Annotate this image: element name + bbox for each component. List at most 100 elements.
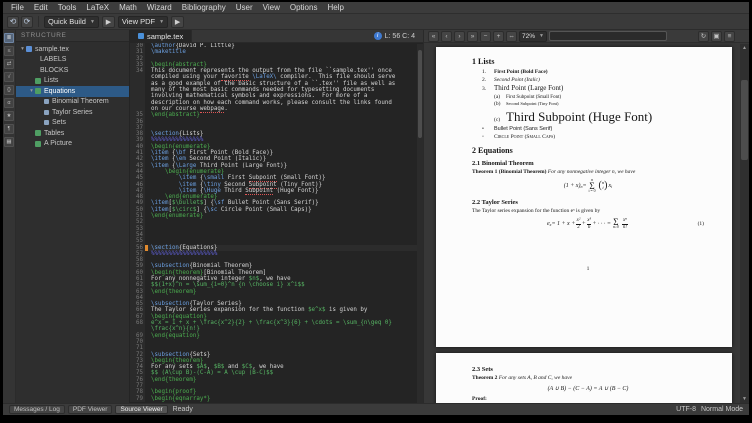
scroll-down-icon[interactable]: ▼	[742, 395, 747, 403]
code-area[interactable]: 30\author{David P. Little}31\maketitle32…	[130, 43, 423, 403]
undo-icon[interactable]: ⟲	[7, 16, 19, 28]
section-icon	[35, 78, 41, 84]
structure-item-sets[interactable]: Sets	[16, 118, 129, 129]
previous-page-icon[interactable]: ‹	[441, 31, 452, 42]
pdf-block-h2: 2.2 Taylor Series	[472, 199, 704, 206]
options-icon[interactable]: ≡	[724, 31, 735, 42]
quick-build-run-button[interactable]: ▶	[102, 16, 115, 28]
menu-latex[interactable]: LaTeX	[81, 2, 114, 14]
relation-symbols-panel-icon[interactable]: ≤	[4, 46, 14, 56]
misc-math-panel-icon[interactable]: √	[4, 72, 14, 82]
menu-user[interactable]: User	[231, 2, 258, 14]
menu-bar: FileEditToolsLaTeXMathWizardBibliography…	[3, 2, 749, 14]
misc-text-panel-icon[interactable]: ¶	[4, 124, 14, 134]
pdf-block-li: •Bullet Point (Sans Serif)	[482, 126, 704, 132]
pdf-block-para: The Taylor series expansion for the func…	[472, 208, 704, 214]
structure-item-label: BLOCKS	[40, 67, 68, 74]
delimiters-panel-icon[interactable]: {}	[4, 85, 14, 95]
main-toolbar: ⟲⟳ Quick Build ▼ ▶ View PDF ▼ ▶	[3, 14, 749, 30]
pdf-block-li: 3.Third Point (Large Font)	[482, 84, 704, 92]
structure-item-label: A Picture	[44, 140, 72, 147]
code-line-text: \end{enumerate}	[148, 213, 203, 219]
code-line[interactable]: 79\begin{eqnarray*}	[130, 396, 423, 402]
pdf-block-h1: 1 Lists	[472, 57, 704, 66]
status-button-messages-log[interactable]: Messages / Log	[9, 405, 65, 414]
menu-bibliography[interactable]: Bibliography	[177, 2, 231, 14]
chevron-down-icon: ▼	[539, 33, 544, 39]
structure-item-lists[interactable]: Lists	[16, 76, 129, 87]
view-pdf-run-button[interactable]: ▶	[171, 16, 184, 28]
zoom-value: 72%	[522, 33, 535, 40]
code-line-text: \end{abstract}	[148, 112, 200, 118]
pdf-page-1-content: 1 Lists1.First Point (Bold Face)2.Second…	[436, 47, 732, 272]
menu-wizard[interactable]: Wizard	[142, 2, 177, 14]
pdf-toolbar-right-icon-group: ↻▣≡	[698, 31, 745, 42]
status-mode: Normal Mode	[701, 406, 743, 413]
fit-width-icon[interactable]: ⇔	[506, 31, 517, 42]
menu-tools[interactable]: Tools	[53, 2, 82, 14]
pdf-scrollbar-thumb[interactable]	[741, 80, 748, 160]
pdf-scrollbar-track[interactable]	[740, 52, 749, 395]
next-page-icon[interactable]: ›	[454, 31, 465, 42]
last-page-icon[interactable]: »	[467, 31, 478, 42]
structure-item-tables[interactable]: Tables	[16, 128, 129, 139]
menu-edit[interactable]: Edit	[29, 2, 53, 14]
most-used-panel-icon[interactable]: ★	[4, 111, 14, 121]
pdf-scrollbar[interactable]: ▲ ▼	[740, 44, 749, 403]
menu-view[interactable]: View	[258, 2, 285, 14]
quick-build-select[interactable]: Quick Build ▼	[44, 16, 99, 28]
scroll-up-icon[interactable]: ▲	[742, 44, 747, 52]
structure-item-blocks[interactable]: BLOCKS	[16, 65, 129, 76]
pdf-viewer-pane: «‹›»−+⇔ 72% ▼ ↻▣≡ 1 Lists1.First Point (…	[424, 30, 749, 403]
menu-options[interactable]: Options	[285, 2, 323, 14]
structure-item-taylor-series[interactable]: Taylor Series	[16, 107, 129, 118]
structure-item-a-picture[interactable]: A Picture	[16, 139, 129, 150]
chevron-down-icon: ▼	[159, 19, 164, 25]
section-icon	[35, 130, 41, 136]
editor-scrollbar[interactable]	[417, 44, 423, 403]
menu-file[interactable]: File	[6, 2, 29, 14]
menu-math[interactable]: Math	[114, 2, 142, 14]
pdf-view-area[interactable]: 1 Lists1.First Point (Bold Face)2.Second…	[424, 43, 749, 403]
presentation-mode-icon[interactable]: ▣	[711, 31, 722, 42]
view-pdf-label: View PDF	[122, 17, 155, 26]
tab-sample-tex[interactable]: sample.tex	[130, 30, 192, 43]
pdf-block-li2: (a)First Subpoint (Small Font)	[494, 94, 704, 100]
zoom-out-icon[interactable]: −	[480, 31, 491, 42]
menu-help[interactable]: Help	[322, 2, 348, 14]
structure-item-labels[interactable]: LABELS	[16, 55, 129, 66]
pdf-block-h2: 2.1 Binomial Theorem	[472, 160, 704, 167]
zoom-select[interactable]: 72% ▼	[519, 31, 547, 42]
structure-item-sample-tex[interactable]: ▾sample.tex	[16, 44, 129, 55]
status-button-source-viewer[interactable]: Source Viewer	[115, 405, 167, 414]
pdf-block-formula: (1 + x)n = nΣi = 0(ni) xi	[472, 179, 704, 195]
structure-item-equations[interactable]: ▾Equations	[16, 86, 129, 97]
structure-panel-icon[interactable]: ≣	[4, 33, 14, 43]
view-pdf-select[interactable]: View PDF ▼	[118, 16, 168, 28]
rotate-icon[interactable]: ↻	[698, 31, 709, 42]
line-number: 79	[130, 396, 145, 402]
structure-item-label: Taylor Series	[52, 109, 92, 116]
status-encoding: UTF-8	[676, 406, 696, 413]
code-line-text: \end{theorem}	[148, 377, 196, 383]
redo-icon[interactable]: ⟳	[21, 16, 33, 28]
pstricks-panel-icon[interactable]: ▦	[4, 137, 14, 147]
tab-label: sample.tex	[147, 32, 183, 41]
cursor-position: i L: 56 C: 4	[374, 32, 423, 40]
first-page-icon[interactable]: «	[428, 31, 439, 42]
greek-panel-icon[interactable]: α	[4, 98, 14, 108]
editor-scrollbar-thumb[interactable]	[418, 50, 422, 138]
structure-item-binomial-theorem[interactable]: Binomial Theorem	[16, 97, 129, 108]
quick-build-label: Quick Build	[48, 17, 86, 26]
code-line-text: \begin{eqnarray*}	[148, 396, 210, 402]
pdf-block-thm: Proof:	[472, 396, 704, 402]
arrows-panel-icon[interactable]: ⇄	[4, 59, 14, 69]
code-line-text: %%%%%%%%%%%%%%%%%%%	[148, 251, 217, 257]
pdf-block-li2: (b)Second Subpoint (Tiny Font)	[494, 101, 704, 107]
status-button-pdf-viewer[interactable]: PDF Viewer	[68, 405, 113, 414]
pdf-block-h2: 2.3 Sets	[472, 366, 704, 373]
structure-panel: STRUCTURE ▾sample.texLABELSBLOCKSLists▾E…	[16, 30, 130, 403]
zoom-in-icon[interactable]: +	[493, 31, 504, 42]
pdf-search-input[interactable]	[549, 31, 667, 41]
pdf-page-2-content: 2.3 SetsTheorem 2 For any sets A, B and …	[436, 353, 732, 403]
